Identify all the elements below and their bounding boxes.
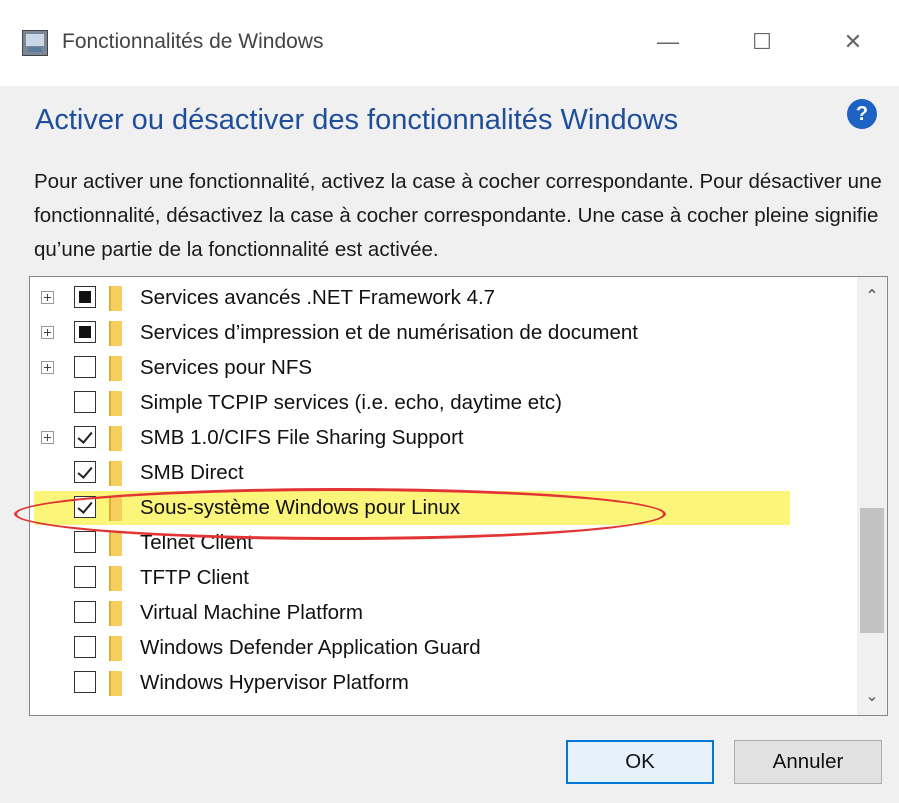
features-dialog: Fonctionnalités de Windows — ☐ ✕ Activer… (0, 0, 899, 803)
help-icon[interactable]: ? (847, 99, 877, 129)
feature-label: SMB Direct (140, 461, 244, 484)
folder-icon (109, 531, 122, 556)
scrollbar-thumb[interactable] (860, 508, 884, 633)
folder-icon (109, 391, 122, 416)
feature-checkbox[interactable] (74, 601, 96, 623)
ok-button[interactable]: OK (566, 740, 714, 784)
feature-label: Simple TCPIP services (i.e. echo, daytim… (140, 391, 562, 414)
expand-icon[interactable] (41, 431, 54, 444)
feature-checkbox[interactable] (74, 391, 96, 413)
expand-icon[interactable] (41, 291, 54, 304)
feature-checkbox[interactable] (74, 426, 96, 448)
page-title: Activer ou désactiver des fonctionnalité… (35, 104, 679, 136)
feature-row[interactable]: SMB 1.0/CIFS File Sharing Support (30, 421, 850, 455)
feature-checkbox[interactable] (74, 671, 96, 693)
maximize-button[interactable]: ☐ (740, 22, 784, 62)
feature-label: Virtual Machine Platform (140, 601, 363, 624)
folder-icon (109, 321, 122, 346)
feature-checkbox[interactable] (74, 461, 96, 483)
feature-label: Services avancés .NET Framework 4.7 (140, 286, 496, 309)
folder-icon (109, 601, 122, 626)
feature-row[interactable]: Virtual Machine Platform (30, 596, 850, 630)
scroll-up-icon[interactable]: ⌃ (857, 281, 887, 311)
expand-icon[interactable] (41, 361, 54, 374)
folder-icon (109, 461, 122, 486)
title-bar: Fonctionnalités de Windows — ☐ ✕ (0, 0, 899, 86)
feature-checkbox[interactable] (74, 636, 96, 658)
window-title: Fonctionnalités de Windows (62, 30, 324, 53)
folder-icon (109, 636, 122, 661)
scroll-down-icon[interactable]: ⌄ (857, 681, 887, 711)
feature-label: Windows Defender Application Guard (140, 636, 481, 659)
feature-row[interactable]: Services d’impression et de numérisation… (30, 316, 850, 350)
folder-icon (109, 671, 122, 696)
feature-row[interactable]: Services avancés .NET Framework 4.7 (30, 281, 850, 315)
feature-checkbox[interactable] (74, 356, 96, 378)
feature-row[interactable]: Windows Defender Application Guard (30, 631, 850, 665)
feature-label: SMB 1.0/CIFS File Sharing Support (140, 426, 464, 449)
feature-row[interactable]: Services pour NFS (30, 351, 850, 385)
feature-row[interactable]: Windows Hypervisor Platform (30, 666, 850, 700)
close-button[interactable]: ✕ (831, 22, 875, 62)
feature-label: TFTP Client (140, 566, 249, 589)
feature-checkbox[interactable] (74, 531, 96, 553)
feature-checkbox[interactable] (74, 286, 96, 308)
feature-row[interactable]: Simple TCPIP services (i.e. echo, daytim… (30, 386, 850, 420)
feature-row[interactable]: TFTP Client (30, 561, 850, 595)
vertical-scrollbar[interactable]: ⌃ ⌄ (857, 277, 887, 715)
cancel-button[interactable]: Annuler (734, 740, 882, 784)
folder-icon (109, 566, 122, 591)
app-icon (22, 30, 48, 56)
description-text: Pour activer une fonctionnalité, activez… (34, 170, 882, 261)
folder-icon (109, 286, 122, 311)
minimize-button[interactable]: — (646, 22, 690, 62)
folder-icon (109, 356, 122, 381)
red-ellipse-annotation (14, 488, 666, 540)
feature-label: Windows Hypervisor Platform (140, 671, 409, 694)
expand-icon[interactable] (41, 326, 54, 339)
feature-checkbox[interactable] (74, 321, 96, 343)
feature-label: Services d’impression et de numérisation… (140, 321, 638, 344)
feature-row[interactable]: SMB Direct (30, 456, 850, 490)
feature-label: Services pour NFS (140, 356, 313, 379)
folder-icon (109, 426, 122, 451)
feature-checkbox[interactable] (74, 566, 96, 588)
